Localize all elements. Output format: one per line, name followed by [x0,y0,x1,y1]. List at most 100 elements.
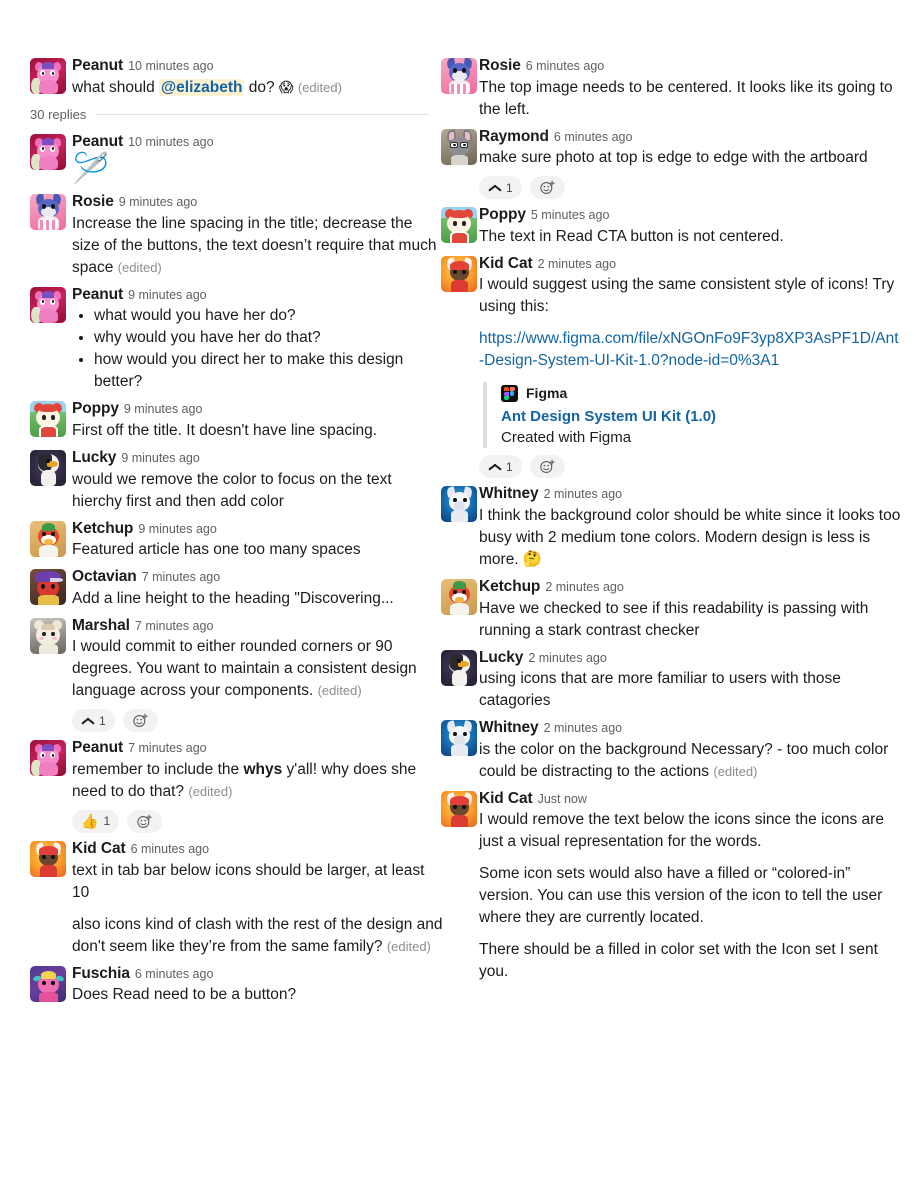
avatar[interactable] [441,649,477,686]
message-paragraph: I would remove the text below the icons … [479,811,884,851]
message: Ketchup 2 minutes ago Have we checked to s… [441,577,902,642]
message-header: Ketchup 9 minutes ago [72,519,443,539]
add-reaction-button[interactable] [122,709,158,733]
root-text-after: do? [244,78,279,96]
message: Kid Cat 2 minutes ago I would suggest usin… [441,254,902,479]
username[interactable]: Raymond [479,128,549,145]
thread-columns: Peanut 10 minutes ago what should @elizab… [0,0,918,1012]
avatar[interactable] [441,486,477,523]
avatar[interactable] [30,194,66,231]
avatar[interactable] [30,401,66,438]
timestamp[interactable]: 2 minutes ago [544,487,623,501]
username[interactable]: Ketchup [479,578,540,595]
message-paragraph: text in tab bar below icons should be la… [72,861,425,901]
message-body: I would commit to either rounded corners… [72,636,443,702]
timestamp[interactable]: 9 minutes ago [119,195,198,209]
avatar[interactable] [30,569,66,606]
bullet-list: what would you have her do?why would you… [72,305,443,393]
username[interactable]: Poppy [72,400,119,417]
username[interactable]: Kid Cat [72,840,126,857]
username[interactable]: Peanut [72,739,123,756]
avatar[interactable] [441,790,477,827]
thread-root-message: Peanut 10 minutes ago what should @elizab… [30,56,443,99]
timestamp[interactable]: 7 minutes ago [142,570,221,584]
timestamp[interactable]: 6 minutes ago [135,967,214,981]
username[interactable]: Peanut [72,133,123,150]
avatar[interactable] [441,720,477,757]
timestamp[interactable]: 2 minutes ago [545,580,624,594]
message-header: Kid Cat Just now [479,789,902,809]
timestamp[interactable]: 7 minutes ago [135,619,214,633]
avatar[interactable] [441,207,477,244]
avatar[interactable] [30,520,66,557]
timestamp[interactable]: 9 minutes ago [121,451,200,465]
reaction-count: 1 [506,459,513,474]
avatar[interactable] [30,965,66,1002]
timestamp[interactable]: 10 minutes ago [128,135,213,149]
user-mention[interactable]: @elizabeth [159,78,245,96]
figma-link[interactable]: https://www.figma.com/file/xNGOnFo9F3yp8… [479,330,899,369]
username[interactable]: Peanut [72,286,123,303]
username[interactable]: Ketchup [72,520,133,537]
avatar[interactable] [30,840,66,877]
message-paragraph: Increase the line spacing in the title; … [72,214,437,276]
figma-attachment[interactable]: Figma Ant Design System UI Kit (1.0) Creat… [483,382,902,449]
message: Fuschia 6 minutes ago Does Read need to be… [30,964,443,1007]
avatar[interactable] [441,58,477,94]
timestamp[interactable]: 2 minutes ago [528,651,607,665]
username[interactable]: Fuschia [72,965,130,982]
message-paragraph: using icons that are more familiar to us… [479,670,841,710]
message-paragraph: Add a line height to the heading "Discov… [72,589,394,607]
reaction-chevron[interactable]: 1 [479,176,522,200]
timestamp[interactable]: 9 minutes ago [128,288,207,302]
username[interactable]: Rosie [72,193,114,210]
username[interactable]: Rosie [479,57,521,74]
avatar[interactable] [30,617,66,654]
message-header: Rosie 6 minutes ago [479,56,902,76]
add-reaction-button[interactable] [529,455,565,479]
username[interactable]: Kid Cat [479,790,533,807]
avatar[interactable] [441,255,477,292]
avatar[interactable] [30,58,66,94]
avatar[interactable] [30,740,66,777]
timestamp[interactable]: 5 minutes ago [531,208,610,222]
username[interactable]: Marshal [72,617,130,634]
reaction-chevron[interactable]: 1 [479,455,522,479]
username[interactable]: Poppy [479,206,526,223]
username[interactable]: Peanut [72,57,123,74]
message-header: Peanut 10 minutes ago [72,56,443,76]
timestamp[interactable]: Just now [538,792,587,806]
username[interactable]: Octavian [72,568,137,585]
avatar[interactable] [30,286,66,323]
timestamp[interactable]: 6 minutes ago [526,59,605,73]
message: Octavian 7 minutes ago Add a line height t… [30,567,443,610]
timestamp[interactable]: 2 minutes ago [538,257,617,271]
message-body: what would you have her do?why would you… [72,305,443,393]
message-paragraph: There should be a filled in color set wi… [479,941,878,981]
timestamp[interactable]: 9 minutes ago [124,402,203,416]
timestamp[interactable]: 2 minutes ago [544,721,623,735]
username[interactable]: Lucky [479,649,523,666]
timestamp[interactable]: 7 minutes ago [128,741,207,755]
add-reaction-button[interactable] [127,809,163,833]
attachment-title[interactable]: Ant Design System UI Kit (1.0) [501,406,902,427]
message-paragraph: I would suggest using the same consisten… [479,276,895,316]
username[interactable]: Lucky [72,449,116,466]
message: Raymond 6 minutes ago make sure photo at t… [441,127,902,200]
timestamp[interactable]: 9 minutes ago [138,522,217,536]
replies-count[interactable]: 30 replies [30,107,86,122]
avatar[interactable] [30,449,66,486]
avatar[interactable] [441,128,477,165]
reaction-thumbsup[interactable]: 👍 1 [72,809,120,833]
timestamp[interactable]: 6 minutes ago [554,130,633,144]
timestamp[interactable]: 10 minutes ago [128,59,213,73]
avatar[interactable] [441,578,477,615]
right-message-list: Rosie 6 minutes ago The top image needs to… [441,56,902,983]
timestamp[interactable]: 6 minutes ago [131,842,210,856]
reaction-chevron[interactable]: 1 [72,709,115,733]
add-reaction-button[interactable] [529,176,565,200]
username[interactable]: Whitney [479,485,539,502]
username[interactable]: Kid Cat [479,255,533,272]
avatar[interactable] [30,133,66,170]
username[interactable]: Whitney [479,719,539,736]
